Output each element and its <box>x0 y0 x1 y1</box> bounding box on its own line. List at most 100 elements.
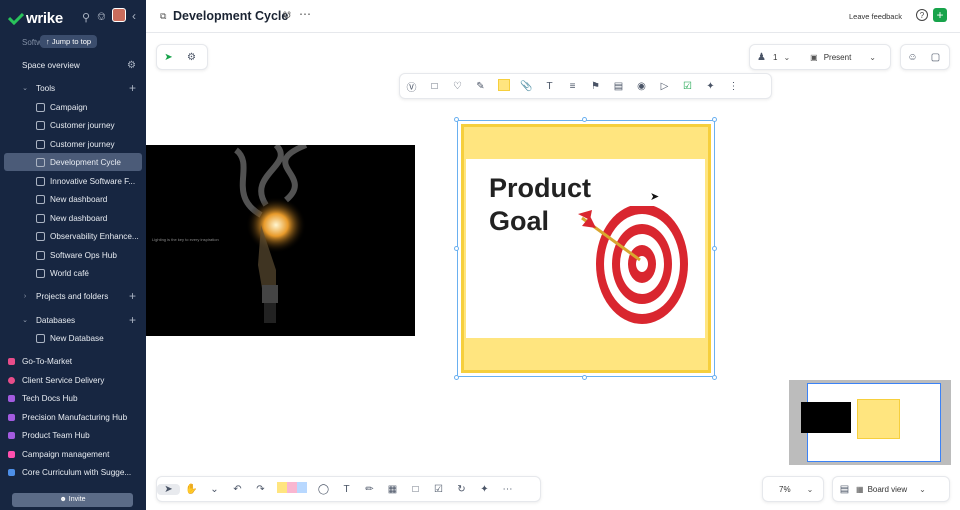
heart-icon[interactable]: ♡ <box>446 81 469 92</box>
chevron-down-icon[interactable]: ⌄ <box>783 53 790 62</box>
resize-handle[interactable] <box>454 117 459 122</box>
space-overview[interactable]: Space overview ⚙ <box>0 56 146 74</box>
redo-icon[interactable]: ↷ <box>249 484 272 495</box>
sidebar-item-development-cycle[interactable]: Development Cycle <box>4 153 142 171</box>
settings-icon[interactable]: ⚙ <box>180 52 203 63</box>
video-icon[interactable]: ▷ <box>653 81 676 92</box>
wrike-check-icon[interactable]: ➤ <box>157 52 180 63</box>
sidebar-item-observability[interactable]: Observability Enhance... <box>0 227 146 245</box>
sidebar-item-label: Observability Enhance... <box>50 231 139 241</box>
users-icon[interactable]: ♟ <box>750 52 773 63</box>
sticky-notes-icon[interactable] <box>272 482 312 496</box>
sidebar-item-customer-journey-2[interactable]: Customer journey <box>0 135 146 153</box>
invite-button[interactable]: ☻ Invite <box>12 493 133 507</box>
space-campaign-management[interactable]: Campaign management <box>0 445 146 463</box>
page-title[interactable]: Development Cycle <box>173 9 288 23</box>
select-icon[interactable]: ➤ <box>157 483 180 495</box>
space-client-service[interactable]: Client Service Delivery <box>0 371 146 389</box>
more-icon[interactable]: ⋯ <box>299 7 311 21</box>
sidebar-item-innovative-software[interactable]: Innovative Software F... <box>0 172 146 190</box>
collaborator-count[interactable]: 1 <box>773 53 777 62</box>
add-database-icon[interactable]: + <box>129 313 136 327</box>
chevron-down-icon[interactable]: ⌄ <box>807 485 814 494</box>
sidebar-item-new-database[interactable]: New Database <box>0 329 146 347</box>
pen-icon[interactable]: ✏ <box>358 484 381 495</box>
resize-handle[interactable] <box>582 375 587 380</box>
more-icon[interactable]: ⋮ <box>722 81 745 92</box>
tools-section[interactable]: ⌄ Tools + <box>0 79 146 97</box>
search-icon[interactable]: ⚲ <box>82 11 90 24</box>
sidebar-item-customer-journey[interactable]: Customer journey <box>0 116 146 134</box>
projects-folders-section[interactable]: › Projects and folders + <box>0 287 146 305</box>
chevron-down-icon[interactable]: ⌄ <box>203 484 226 495</box>
resize-handle[interactable] <box>712 117 717 122</box>
wrike-logo[interactable]: wrike <box>8 10 63 27</box>
help-icon[interactable]: ? <box>916 9 928 21</box>
format-icon[interactable]: Ⓥ <box>400 79 423 94</box>
sidebar-item-label: Innovative Software F... <box>50 176 136 186</box>
undo-icon[interactable]: ↶ <box>226 484 249 495</box>
attachment-icon[interactable]: 📎 <box>515 81 538 92</box>
avatar[interactable] <box>112 8 126 22</box>
collapse-icon[interactable]: ‹ <box>132 9 136 23</box>
space-go-to-market[interactable]: Go-To-Market <box>0 352 146 370</box>
ai-icon[interactable]: ✦ <box>473 484 496 495</box>
bell-icon[interactable]: ⎊ <box>97 11 106 24</box>
whiteboard-icon <box>36 268 45 278</box>
sidebar-item-software-ops-hub[interactable]: Software Ops Hub <box>0 246 146 264</box>
board-view-button[interactable]: Board view <box>868 485 908 494</box>
zoom-level[interactable]: 7% <box>779 485 791 494</box>
chevron-down-icon: ⌄ <box>22 85 28 92</box>
drawing-toolbar: ➤ ✋ ⌄ ↶ ↷ ◯ T ✏ ▦ □ ☑ ↻ ✦ ⋯ <box>156 476 541 502</box>
text-icon[interactable]: T <box>538 81 561 92</box>
link-icon[interactable]: ↻ <box>450 484 473 495</box>
edit-icon[interactable]: ✎ <box>469 81 492 92</box>
comment-icon[interactable]: ▢ <box>924 52 947 63</box>
resize-handle[interactable] <box>454 375 459 380</box>
minimap-toggle-icon[interactable]: ▤ <box>833 484 856 495</box>
sticky-color-icon[interactable] <box>492 78 515 94</box>
create-button[interactable]: + <box>933 8 947 22</box>
text-icon[interactable]: T <box>335 484 358 495</box>
add-tool-icon[interactable]: + <box>129 81 136 95</box>
zoom-control[interactable]: 7% ⌄ <box>762 476 824 502</box>
gear-icon[interactable]: ⚙ <box>127 60 136 71</box>
tag-icon[interactable]: ⚑ <box>584 81 607 92</box>
comment-icon[interactable]: □ <box>423 81 446 92</box>
comment-icon[interactable]: □ <box>404 484 427 495</box>
resize-handle[interactable] <box>712 246 717 251</box>
space-color-icon <box>8 468 15 476</box>
eye-icon[interactable]: ◉ <box>630 81 653 92</box>
chevron-down-icon[interactable]: ⌄ <box>919 485 926 494</box>
align-icon[interactable]: ≡ <box>561 81 584 92</box>
space-precision-manufacturing[interactable]: Precision Manufacturing Hub <box>0 408 146 426</box>
pin-icon[interactable]: ☋ <box>283 10 291 21</box>
resize-handle[interactable] <box>712 375 717 380</box>
resize-handle[interactable] <box>454 246 459 251</box>
space-overview-label: Space overview <box>22 60 80 70</box>
table-icon[interactable]: ▦ <box>381 484 404 495</box>
sidebar-item-world-cafe[interactable]: World café <box>0 264 146 282</box>
space-core-curriculum[interactable]: Core Curriculum with Sugge... <box>0 463 146 481</box>
card-icon[interactable]: ▤ <box>607 81 630 92</box>
sidebar-item-new-dashboard-2[interactable]: New dashboard <box>0 209 146 227</box>
more-icon[interactable]: ⋯ <box>496 484 519 495</box>
ai-icon[interactable]: ✦ <box>699 81 722 92</box>
jump-to-top-button[interactable]: ↑ Jump to top <box>40 35 98 48</box>
add-project-icon[interactable]: + <box>129 289 136 303</box>
space-tech-docs[interactable]: Tech Docs Hub <box>0 389 146 407</box>
hand-icon[interactable]: ✋ <box>180 484 203 495</box>
chevron-down-icon[interactable]: ⌄ <box>869 53 876 62</box>
space-product-team[interactable]: Product Team Hub <box>0 426 146 444</box>
sidebar-item-new-dashboard[interactable]: New dashboard <box>0 190 146 208</box>
convert-task-icon[interactable]: ☑ <box>676 81 699 92</box>
lightbulb-image[interactable]: Lighting is the key to every inspiration <box>146 145 415 336</box>
task-icon[interactable]: ☑ <box>427 484 450 495</box>
leave-feedback-link[interactable]: Leave feedback <box>849 12 902 21</box>
present-button[interactable]: Present <box>824 53 852 62</box>
shapes-icon[interactable]: ◯ <box>312 484 335 495</box>
sidebar-item-campaign[interactable]: Campaign <box>0 98 146 116</box>
resize-handle[interactable] <box>582 117 587 122</box>
databases-section[interactable]: ⌄ Databases + <box>0 311 146 329</box>
reactions-icon[interactable]: ☺ <box>901 52 924 63</box>
